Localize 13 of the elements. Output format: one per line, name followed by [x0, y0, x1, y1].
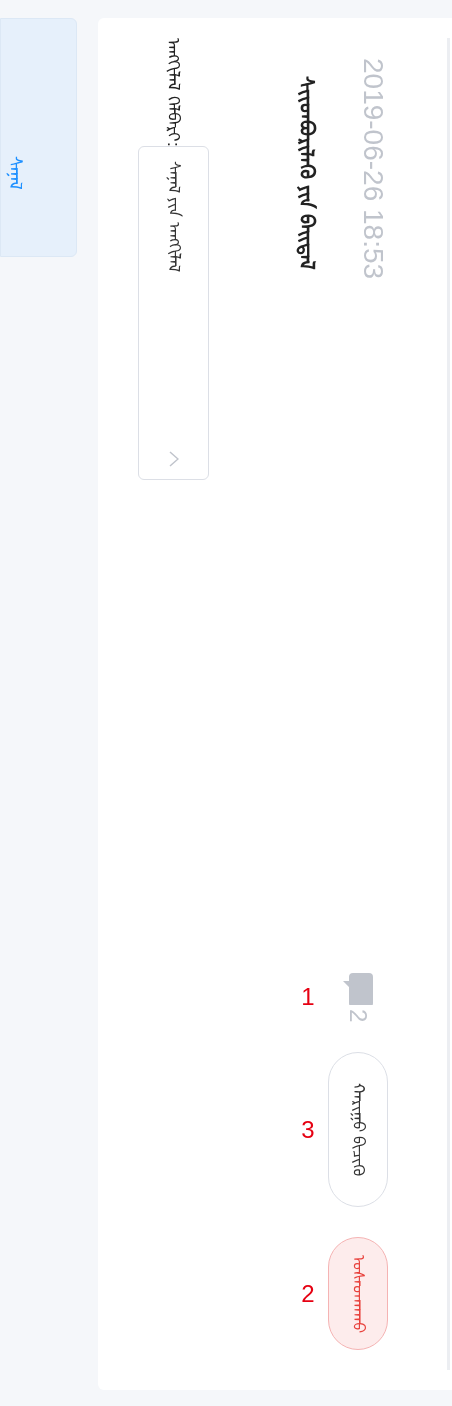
reply-button[interactable]: ᠬᠠᠷᠢᠭᠤ ᠪᠢᠴᠢᠬᠦ	[328, 1052, 388, 1207]
annotation-number: 1	[300, 982, 316, 1013]
colon: :	[163, 141, 185, 147]
annotation-number: 3	[300, 1114, 316, 1145]
feedback-title: ᠰᠢᠢᠳᠪᠦᠷᠢᠯᠡᠬᠦ ᠶᠢᠨ ᠪᠠᠢᠳᠠᠯ	[295, 76, 319, 273]
timestamp: 2019-06-26 18:53	[357, 58, 390, 280]
annotation-number: 2	[300, 1278, 316, 1309]
comment-count: 2	[344, 1008, 373, 1022]
comment-icon	[341, 972, 375, 1005]
select-field[interactable]: ᠰᠠᠨᠠᠯ ᠶᠢᠨ ᠠᠩᠭᠢᠯᠠᠯ	[138, 146, 209, 481]
field-label: ᠠᠩᠭᠢᠯᠠᠯ ᠬᠡᠯᠪᠡᠷᠢ	[163, 38, 185, 142]
delete-button[interactable]: ᠤᠰᠠᠳᠬᠠᠬᠤ	[328, 1237, 388, 1350]
chevron-right-icon	[168, 451, 179, 468]
